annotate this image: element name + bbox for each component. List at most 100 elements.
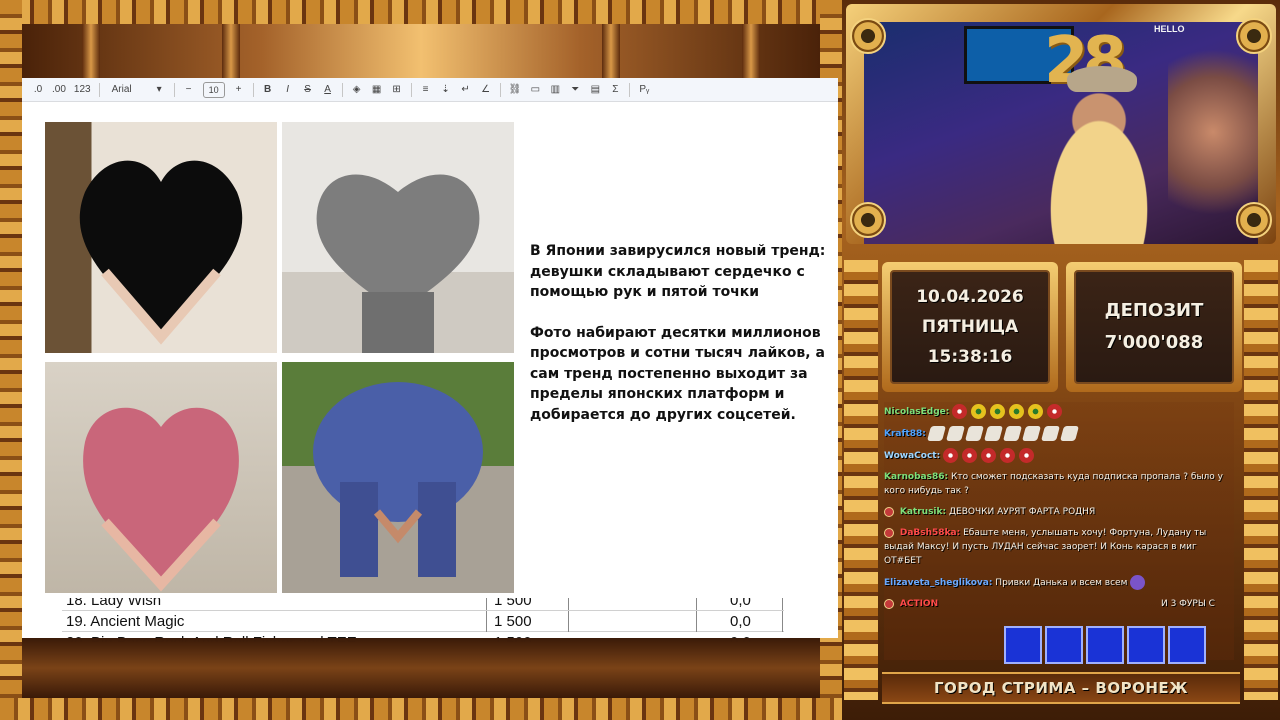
input-tools-icon[interactable]: Pᵧ xyxy=(638,81,650,99)
emote-icon xyxy=(952,404,968,419)
chat-message: WowaCoct: xyxy=(884,448,1234,463)
blue-box xyxy=(1127,626,1165,664)
time-text: 15:38:16 xyxy=(927,347,1013,367)
pillar-decoration-left xyxy=(844,260,878,700)
temple-header-decoration xyxy=(22,24,820,78)
chat-username[interactable]: ACTION xyxy=(900,599,938,609)
corner-gem-icon xyxy=(850,18,886,54)
font-family-select[interactable]: Arial ▾ xyxy=(108,81,166,99)
emote-icon xyxy=(945,426,965,441)
corner-gem-icon xyxy=(850,202,886,238)
toolbar-divider xyxy=(499,82,501,97)
value-cell: 0,0 xyxy=(730,598,751,609)
badge-icon xyxy=(884,506,894,517)
horizontal-align-icon[interactable]: ≡ xyxy=(420,81,432,99)
emote-icon xyxy=(964,426,984,441)
table-row[interactable]: 18. Lady Wish 1 500 0,0 xyxy=(62,598,784,611)
badge-icon xyxy=(884,598,894,609)
left-frame: .0 .00 123 Arial ▾ − 10 + B I S A ◈ ▦ ⊞ … xyxy=(0,0,842,720)
webcam-frame: 28 HELLO xyxy=(846,4,1276,244)
italic-button[interactable]: I xyxy=(282,81,294,99)
slot-name-cell: 18. Lady Wish xyxy=(66,598,162,609)
chat-message: ACTION И 3 ФУРЫ С xyxy=(884,597,1234,611)
strikethrough-button[interactable]: S xyxy=(302,81,314,99)
value-cell: 0,0 xyxy=(730,613,751,630)
spreadsheet-toolbar: .0 .00 123 Arial ▾ − 10 + B I S A ◈ ▦ ⊞ … xyxy=(22,78,838,102)
blue-box xyxy=(1004,626,1042,664)
chat-username[interactable]: Karnobas86: xyxy=(884,472,948,482)
chat-username[interactable]: DaBsh58ka: xyxy=(900,528,960,538)
text-color-button[interactable]: A xyxy=(322,81,334,99)
chat-message: Kraft88: xyxy=(884,426,1234,441)
font-family-value: Arial xyxy=(111,84,132,95)
toolbar-divider xyxy=(98,82,100,97)
increase-decimal-button[interactable]: .00 xyxy=(52,81,66,99)
emote-icon xyxy=(1028,404,1044,419)
font-size-input[interactable]: 10 xyxy=(202,81,225,98)
chat-username[interactable]: Kraft88: xyxy=(884,429,926,439)
toolbar-divider xyxy=(173,82,175,97)
city-banner: ГОРОД СТРИМА – ВОРОНЕЖ xyxy=(882,672,1240,704)
frame-border-left xyxy=(0,0,22,720)
emote-icon xyxy=(1009,404,1025,419)
chat-text: ДЕВОЧКИ АУРЯТ ФАРТА РОДНЯ xyxy=(948,507,1096,517)
chat-username[interactable]: NicolasEdge: xyxy=(884,407,949,417)
chat-message: Karnobas86: Кто сможет подсказать куда п… xyxy=(884,470,1234,498)
vertical-align-icon[interactable]: ⇣ xyxy=(440,81,452,99)
slot-name-cell: 19. Ancient Magic xyxy=(66,613,185,630)
emote-icon xyxy=(1002,426,1022,441)
insert-comment-icon[interactable]: ▭ xyxy=(529,81,541,99)
photo-grey-heart xyxy=(282,122,514,353)
toolbar-divider xyxy=(341,82,343,97)
chat-username[interactable]: Katrusik: xyxy=(900,507,946,517)
emote-icon xyxy=(926,426,946,441)
emote-icon xyxy=(943,448,959,463)
emote-icon xyxy=(1019,448,1035,463)
chat-message: NicolasEdge: xyxy=(884,404,1234,419)
text-wrap-icon[interactable]: ↵ xyxy=(460,81,472,99)
borders-icon[interactable]: ▦ xyxy=(371,81,383,99)
chat-text: Привки Данька и всем всем xyxy=(995,578,1128,588)
stream-overlay: 28 HELLO 10.04.2026 ПЯТНИЦА 15:38:16 ДЕП… xyxy=(842,0,1280,720)
font-size-increase-button[interactable]: + xyxy=(233,81,245,99)
decrease-decimal-button[interactable]: .0 xyxy=(32,81,44,99)
chat-message: Elizaveta_sheglikova: Привки Данька и вс… xyxy=(884,575,1234,590)
emote-icon xyxy=(1000,448,1016,463)
weekday-text: ПЯТНИЦА xyxy=(921,317,1019,337)
toolbar-divider xyxy=(410,82,412,97)
spreadsheet-body: В Японии завирусился новый тренд: девушк… xyxy=(22,103,838,642)
datetime-panel: 10.04.2026 ПЯТНИЦА 15:38:16 xyxy=(882,262,1058,392)
stream-screen: .0 .00 123 Arial ▾ − 10 + B I S A ◈ ▦ ⊞ … xyxy=(0,0,1280,720)
chevron-down-icon: ▾ xyxy=(156,84,162,95)
chat-username[interactable]: Elizaveta_sheglikova: xyxy=(884,578,992,588)
blue-box xyxy=(1086,626,1124,664)
insert-chart-icon[interactable]: ▥ xyxy=(549,81,561,99)
slot-table: 18. Lady Wish 1 500 0,0 19. Ancient Magi… xyxy=(62,598,784,642)
photo-black-heart xyxy=(45,122,277,353)
deposit-value: 7'000'088 xyxy=(1104,332,1204,353)
corner-gem-icon xyxy=(1236,18,1272,54)
merge-cells-icon[interactable]: ⊞ xyxy=(391,81,403,99)
bold-button[interactable]: B xyxy=(262,81,274,99)
emote-icon xyxy=(981,448,997,463)
font-size-decrease-button[interactable]: − xyxy=(183,81,195,99)
emote-icon xyxy=(1040,426,1060,441)
filter-icon[interactable]: ⏷ xyxy=(569,81,581,99)
temple-footer-decoration xyxy=(22,638,820,698)
amount-cell: 1 500 xyxy=(494,613,532,630)
insert-link-icon[interactable]: ⛓ xyxy=(509,81,522,99)
functions-button[interactable]: Σ xyxy=(609,81,621,99)
badge-icon xyxy=(884,527,894,538)
text-rotation-icon[interactable]: ∠ xyxy=(480,81,492,99)
date-text: 10.04.2026 xyxy=(916,287,1024,307)
post-paragraph-1: В Японии завирусился новый тренд: девушк… xyxy=(530,243,826,300)
emote-icon xyxy=(983,426,1003,441)
emote-icon xyxy=(962,448,978,463)
fill-color-icon[interactable]: ◈ xyxy=(351,81,363,99)
number-format-button[interactable]: 123 xyxy=(74,81,91,99)
photo-pink-heart xyxy=(45,362,277,593)
filter-views-icon[interactable]: ▤ xyxy=(589,81,601,99)
column-decoration xyxy=(742,24,760,78)
chat-username[interactable]: WowaCoct: xyxy=(884,451,940,461)
table-row[interactable]: 19. Ancient Magic 1 500 0,0 xyxy=(62,611,784,632)
